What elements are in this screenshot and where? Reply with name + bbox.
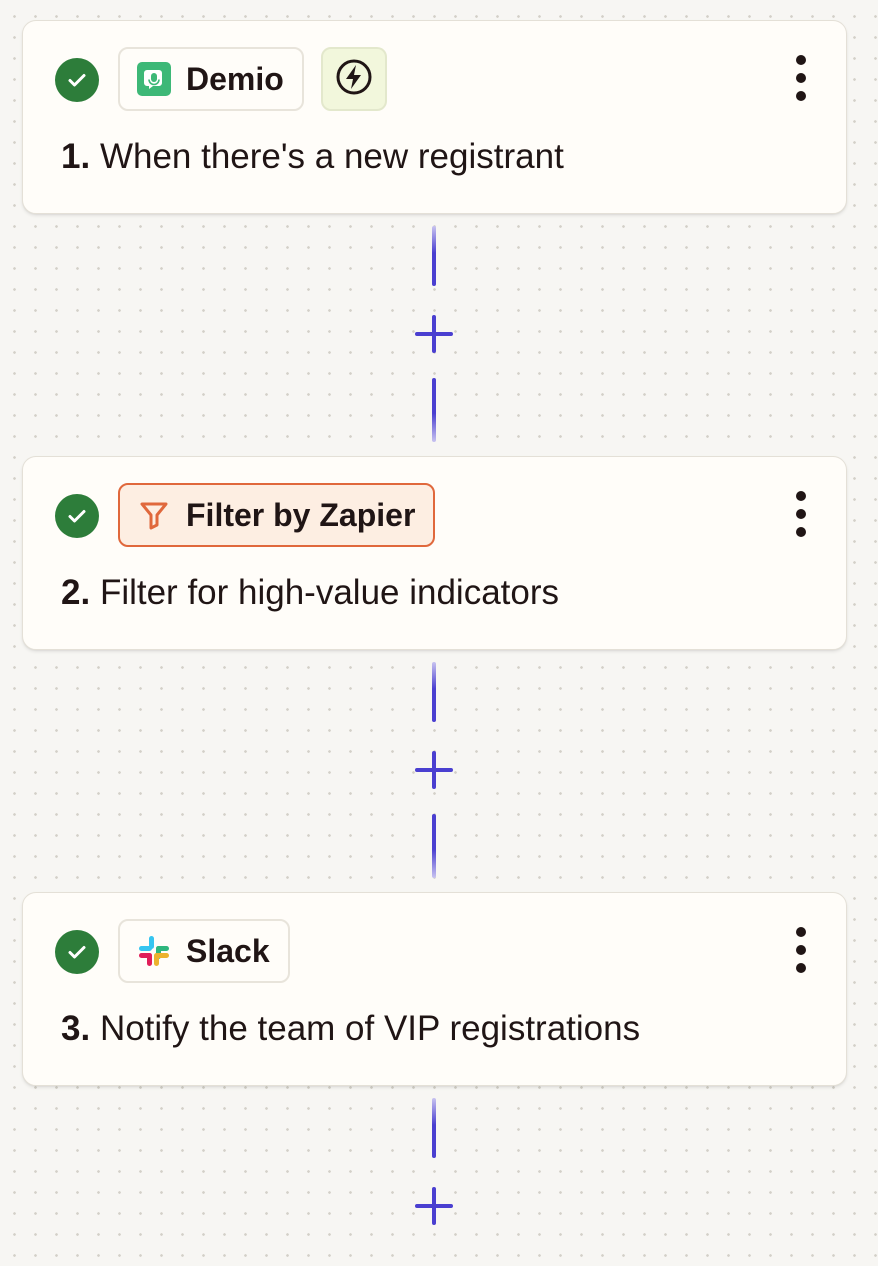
step-title: 1. When there's a new registrant bbox=[61, 137, 564, 177]
connector-line bbox=[432, 226, 436, 286]
step-title: 2. Filter for high-value indicators bbox=[61, 573, 559, 613]
app-badge-filter[interactable]: Filter by Zapier bbox=[118, 483, 436, 547]
more-vertical-icon[interactable] bbox=[792, 491, 810, 537]
demio-icon bbox=[136, 61, 172, 97]
step-title-text: Notify the team of VIP registrations bbox=[99, 1009, 641, 1048]
app-badge-demio[interactable]: Demio bbox=[118, 47, 304, 111]
trigger-badge[interactable] bbox=[321, 47, 387, 111]
connector-line bbox=[432, 814, 436, 878]
step-number: 3. bbox=[61, 1009, 91, 1048]
app-name: Slack bbox=[186, 932, 270, 969]
step-number: 1. bbox=[61, 137, 91, 176]
more-vertical-icon[interactable] bbox=[792, 55, 810, 101]
app-badge-slack[interactable]: Slack bbox=[118, 919, 290, 983]
checkmark-icon bbox=[55, 930, 99, 974]
step-title-text: Filter for high-value indicators bbox=[99, 573, 560, 612]
step-number: 2. bbox=[61, 573, 91, 612]
slack-icon bbox=[136, 933, 172, 969]
filter-funnel-icon bbox=[136, 497, 172, 533]
step-title: 3. Notify the team of VIP registrations bbox=[61, 1009, 640, 1049]
app-name: Filter by Zapier bbox=[186, 496, 416, 533]
lightning-bolt-icon bbox=[334, 57, 374, 102]
plus-icon[interactable] bbox=[414, 314, 454, 354]
plus-icon[interactable] bbox=[414, 1186, 454, 1226]
connector-line bbox=[432, 378, 436, 442]
step-card-1[interactable]: Demio 1. When there's a new registrant bbox=[22, 20, 847, 214]
checkmark-icon bbox=[55, 58, 99, 102]
checkmark-icon bbox=[55, 494, 99, 538]
more-vertical-icon[interactable] bbox=[792, 927, 810, 973]
connector-line bbox=[432, 662, 436, 722]
step-title-text: When there's a new registrant bbox=[99, 137, 564, 176]
step-card-3[interactable]: Slack 3. Notify the team of VIP registra… bbox=[22, 892, 847, 1086]
app-name: Demio bbox=[186, 60, 284, 97]
step-card-2[interactable]: Filter by Zapier 2. Filter for high-valu… bbox=[22, 456, 847, 650]
connector-line bbox=[432, 1098, 436, 1158]
plus-icon[interactable] bbox=[414, 750, 454, 790]
